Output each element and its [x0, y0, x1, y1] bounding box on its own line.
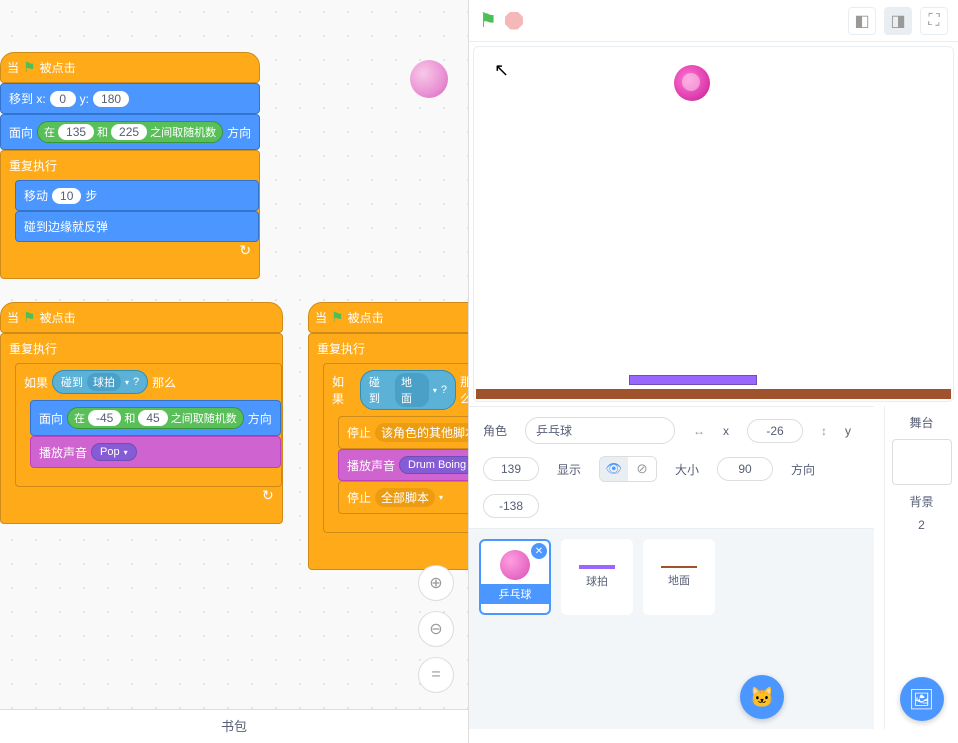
- zoom-controls: ⊕ ⊖ =: [418, 565, 454, 693]
- pick-random-block[interactable]: 在 -45 和 45 之间取随机数: [67, 407, 244, 429]
- script-stack-2[interactable]: 当 ⚑ 被点击 重复执行 如果 碰到 球拍 ▾ ?: [0, 302, 283, 524]
- zoom-reset-button[interactable]: =: [418, 657, 454, 693]
- ball-icon: [500, 550, 530, 580]
- zoom-in-button[interactable]: ⊕: [418, 565, 454, 601]
- green-flag-icon: ⚑: [23, 309, 36, 326]
- bounce-block[interactable]: 碰到边缘就反弹: [15, 211, 259, 242]
- delete-sprite-button[interactable]: ✕: [531, 543, 547, 559]
- chevron-down-icon: ▾: [439, 493, 443, 502]
- sound-dropdown[interactable]: Drum Boing: [399, 456, 468, 474]
- stage-sprite-ball[interactable]: [674, 65, 710, 101]
- ground-icon: [661, 566, 697, 568]
- chevron-down-icon: ▾: [433, 386, 437, 395]
- show-button[interactable]: 👁: [600, 457, 628, 481]
- x-input[interactable]: -26: [747, 419, 803, 443]
- stop-block[interactable]: 停止 全部脚本 ▾: [338, 481, 468, 514]
- sprite-preview-ball: [410, 60, 448, 98]
- go-button[interactable]: ⚑: [479, 8, 497, 33]
- touching-block[interactable]: 碰到 球拍 ▾ ?: [52, 370, 148, 394]
- green-flag-icon: ⚑: [331, 309, 344, 326]
- when-flag-clicked-block[interactable]: 当 ⚑ 被点击: [308, 302, 468, 333]
- visibility-toggle: 👁 ⊘: [599, 456, 657, 482]
- green-flag-icon: ⚑: [23, 59, 36, 76]
- hat-prefix: 当: [7, 59, 19, 76]
- sprite-card-ground[interactable]: 地面: [643, 539, 715, 615]
- sprite-label: 角色: [483, 422, 507, 439]
- script-stack-1[interactable]: 当 ⚑ 被点击 移到 x: 0 y: 180 面向 在 135 和 225 之间…: [0, 52, 260, 279]
- y-input[interactable]: 180: [93, 91, 129, 107]
- x-input[interactable]: 0: [50, 91, 76, 107]
- sprite-name-input[interactable]: 乒乓球: [525, 417, 675, 444]
- stage[interactable]: [473, 46, 954, 402]
- touching-block[interactable]: 碰到 地面 ▾ ?: [360, 370, 456, 410]
- forever-block[interactable]: 重复执行 如果 碰到 球拍 ▾ ? 那么: [0, 333, 283, 524]
- when-flag-clicked-block[interactable]: 当 ⚑ 被点击: [0, 302, 283, 333]
- forever-block[interactable]: 重复执行 移动 10 步 碰到边缘就反弹: [0, 150, 260, 279]
- y-input[interactable]: 139: [483, 457, 539, 481]
- play-sound-block[interactable]: 播放声音 Pop ▾: [30, 436, 281, 468]
- pick-random-block[interactable]: 在 135 和 225 之间取随机数: [37, 121, 223, 143]
- sprite-info-panel: 角色 乒乓球 ↔ x -26 ↕ y 139 显示 👁 ⊘ 大小 90 方向: [469, 406, 874, 529]
- zoom-out-button[interactable]: ⊖: [418, 611, 454, 647]
- stage-toolbar: ⚑ ◧ ◨ ⛶: [469, 0, 958, 42]
- hide-button[interactable]: ⊘: [628, 457, 656, 481]
- add-sprite-button[interactable]: 🐱: [740, 675, 784, 719]
- stage-column: 舞台 背景 2 🖼: [884, 406, 958, 729]
- paddle-icon: [579, 565, 615, 569]
- large-stage-button[interactable]: ◨: [884, 7, 912, 35]
- stage-thumbnail[interactable]: [892, 439, 952, 485]
- forever-block[interactable]: 重复执行 如果 碰到 地面 ▾ ? 那么: [308, 333, 468, 570]
- move-steps-block[interactable]: 移动 10 步: [15, 180, 259, 211]
- right-panel: ⚑ ◧ ◨ ⛶ 角色 乒乓球 ↔ x -26 ↕: [468, 0, 958, 743]
- chevron-down-icon: ▾: [124, 448, 128, 457]
- sound-dropdown[interactable]: Pop ▾: [91, 443, 137, 461]
- direction-input[interactable]: -138: [483, 494, 539, 518]
- stage-title: 舞台: [909, 414, 933, 431]
- add-backdrop-button[interactable]: 🖼: [900, 677, 944, 721]
- stop-block[interactable]: 停止 该角色的其他脚本: [338, 416, 468, 449]
- stage-sprite-paddle[interactable]: [629, 375, 757, 385]
- play-sound-block[interactable]: 播放声音 Drum Boing: [338, 449, 468, 481]
- point-direction-block[interactable]: 面向 在 -45 和 45 之间取随机数 方向: [30, 400, 281, 436]
- if-block[interactable]: 如果 碰到 地面 ▾ ? 那么 停止: [323, 363, 468, 533]
- sprite-list: ✕ 乒乓球 球拍 地面 🐱: [469, 529, 874, 729]
- if-block[interactable]: 如果 碰到 球拍 ▾ ? 那么 面向: [15, 363, 282, 487]
- stop-button[interactable]: [505, 12, 523, 30]
- backpack-bar[interactable]: 书包: [0, 709, 468, 743]
- stage-sprite-ground[interactable]: [476, 389, 951, 399]
- point-direction-block[interactable]: 面向 在 135 和 225 之间取随机数 方向: [0, 114, 260, 150]
- script-stack-3[interactable]: 当 ⚑ 被点击 重复执行 如果 碰到 地面 ▾ ?: [308, 302, 468, 570]
- xy-icon: ↔: [693, 424, 705, 438]
- chevron-down-icon: ▾: [125, 378, 129, 387]
- goto-xy-block[interactable]: 移到 x: 0 y: 180: [0, 83, 260, 114]
- size-input[interactable]: 90: [717, 457, 773, 481]
- hat-suffix: 被点击: [40, 59, 76, 76]
- small-stage-button[interactable]: ◧: [848, 7, 876, 35]
- y-icon: ↕: [821, 424, 827, 438]
- sprite-card-ball[interactable]: ✕ 乒乓球: [479, 539, 551, 615]
- fullscreen-button[interactable]: ⛶: [920, 7, 948, 35]
- sprite-card-paddle[interactable]: 球拍: [561, 539, 633, 615]
- when-flag-clicked-block[interactable]: 当 ⚑ 被点击: [0, 52, 260, 83]
- scripts-workspace[interactable]: 当 ⚑ 被点击 移到 x: 0 y: 180 面向 在 135 和 225 之间…: [0, 0, 468, 743]
